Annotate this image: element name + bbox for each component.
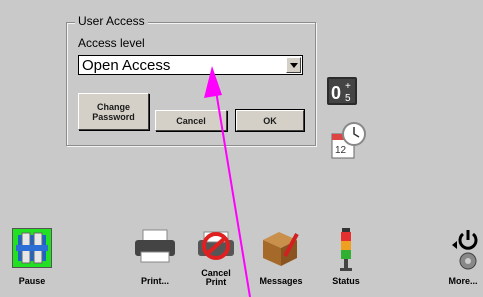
annotation-arrow [204, 66, 251, 297]
